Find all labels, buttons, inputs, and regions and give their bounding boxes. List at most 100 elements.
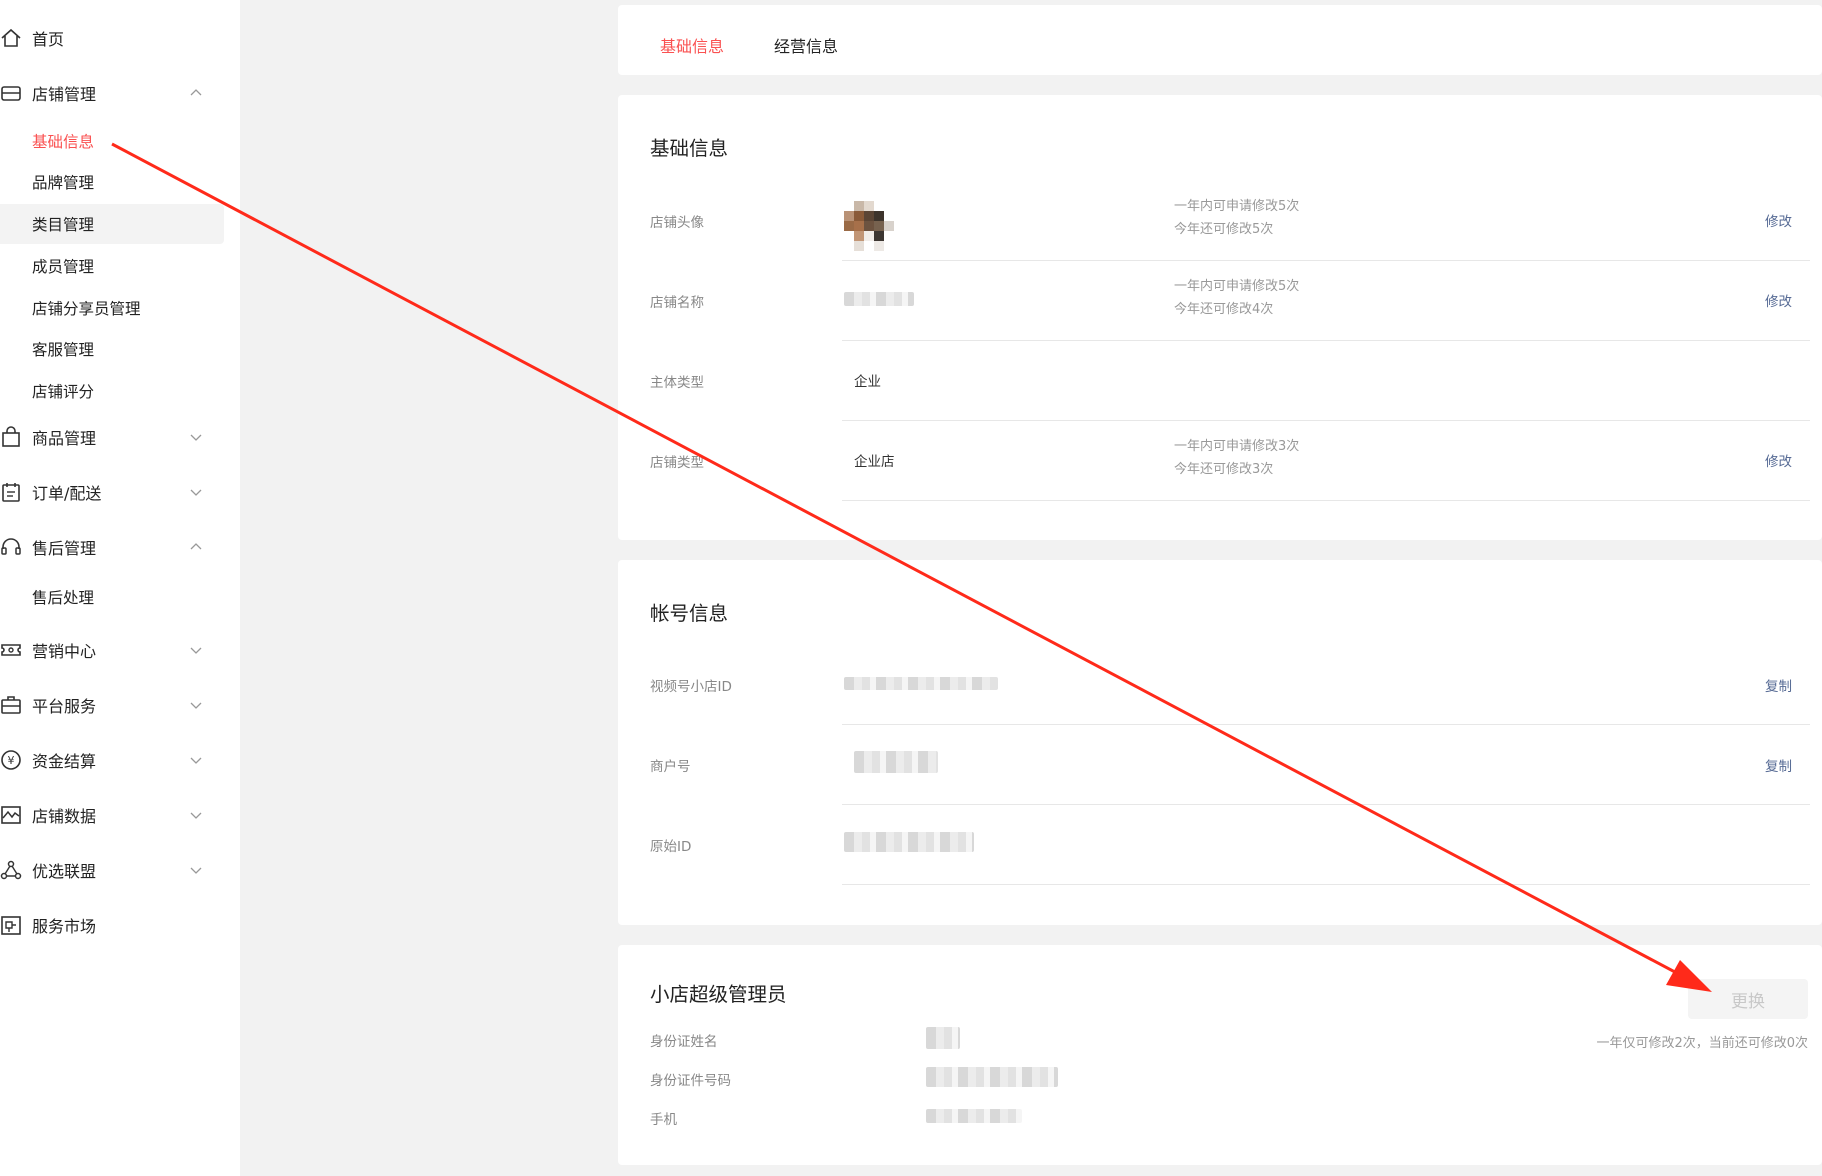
- nav-store-rating[interactable]: 店铺评分: [0, 371, 224, 411]
- avatar-pixel: [854, 231, 864, 241]
- chevron-down-icon: [188, 484, 204, 500]
- nav-alliance-label: 优选联盟: [32, 862, 97, 881]
- nav-sharer-mgmt[interactable]: 店铺分享员管理: [0, 288, 224, 328]
- avatar-pixel: [844, 241, 854, 251]
- avatar-pixel: [844, 211, 854, 221]
- modify-name-button[interactable]: 修改: [1765, 290, 1792, 310]
- avatar-pixel: [864, 201, 874, 211]
- entity-type-value: 企业: [854, 374, 881, 390]
- nav-store-mgmt-label: 店铺管理: [32, 85, 97, 104]
- avatar-pixel: [854, 201, 864, 211]
- nav-basic-info[interactable]: 基础信息: [0, 121, 224, 161]
- avatar-pixel: [844, 221, 854, 231]
- nav-member-mgmt[interactable]: 成员管理: [0, 246, 224, 286]
- row-label: 店铺名称: [650, 295, 704, 311]
- chevron-down-icon: [188, 429, 204, 445]
- row-divider: [842, 724, 1810, 725]
- row-label: 店铺类型: [650, 455, 704, 471]
- puzzle-icon: [0, 914, 22, 936]
- nav-home-label: 首页: [32, 30, 65, 49]
- avatar-pixel: [884, 241, 894, 251]
- nav-alliance[interactable]: 优选联盟: [0, 850, 240, 890]
- nav-aftersale-label: 售后管理: [32, 539, 97, 558]
- avatar-pixel: [854, 221, 864, 231]
- super-admin-card: 小店超级管理员 更换 一年仅可修改2次，当前还可修改0次 身份证姓名 身份证件号…: [618, 945, 1822, 1165]
- nav-store-rating-label: 店铺评分: [32, 383, 95, 401]
- modify-store-type-button[interactable]: 修改: [1765, 450, 1792, 470]
- row-hint: 一年内可申请修改5次 今年还可修改4次: [1174, 275, 1299, 321]
- chevron-down-icon: [188, 807, 204, 823]
- section-title: 小店超级管理员: [650, 983, 787, 1006]
- row-label: 视频号小店ID: [650, 679, 732, 695]
- avatar-pixel: [844, 201, 854, 211]
- briefcase-icon: [0, 694, 22, 716]
- nav-service-mgmt[interactable]: 客服管理: [0, 329, 224, 369]
- svg-text:¥: ¥: [8, 754, 15, 767]
- row-label: 主体类型: [650, 375, 704, 391]
- avatar-pixel: [874, 221, 884, 231]
- nav-market[interactable]: 服务市场: [0, 905, 240, 945]
- headset-icon: [0, 536, 22, 558]
- nav-brand-mgmt[interactable]: 品牌管理: [0, 162, 224, 202]
- row-divider: [842, 884, 1810, 885]
- row-divider: [842, 420, 1810, 421]
- copy-merchant-id-button[interactable]: 复制: [1765, 755, 1792, 775]
- row-divider: [842, 260, 1810, 261]
- nav-category-mgmt-label: 类目管理: [32, 216, 95, 234]
- nav-data-label: 店铺数据: [32, 807, 97, 826]
- nav-sharer-mgmt-label: 店铺分享员管理: [32, 300, 141, 318]
- nav-aftersale[interactable]: 售后管理: [0, 527, 240, 567]
- tab-basic-info[interactable]: 基础信息: [660, 33, 724, 57]
- avatar-pixel: [864, 211, 874, 221]
- id-name-label: 身份证姓名: [650, 1034, 718, 1050]
- nav-store-mgmt[interactable]: 店铺管理: [0, 73, 240, 113]
- tabs-card: 基础信息 经营信息: [618, 5, 1822, 75]
- section-title: 基础信息: [650, 137, 729, 160]
- avatar-pixel: [884, 201, 894, 211]
- nav-orders-label: 订单/配送: [32, 484, 102, 503]
- avatar-pixel: [874, 231, 884, 241]
- section-title: 帐号信息: [650, 602, 729, 625]
- phone-label: 手机: [650, 1112, 677, 1128]
- nav-home[interactable]: 首页: [0, 18, 240, 58]
- row-label: 原始ID: [650, 839, 692, 855]
- avatar-pixel: [854, 241, 864, 251]
- row-hint-line: 一年内可申请修改3次: [1174, 439, 1300, 454]
- nav-goods-label: 商品管理: [32, 429, 97, 448]
- clipboard-icon: [0, 481, 22, 503]
- avatar-pixel: [874, 201, 884, 211]
- change-admin-button[interactable]: 更换: [1688, 979, 1808, 1019]
- nav-data[interactable]: 店铺数据: [0, 795, 240, 835]
- change-limit-hint: 一年仅可修改2次，当前还可修改0次: [1596, 1036, 1808, 1051]
- nav-funds[interactable]: ¥ 资金结算: [0, 740, 240, 780]
- copy-shop-id-button[interactable]: 复制: [1765, 675, 1792, 695]
- nav-goods[interactable]: 商品管理: [0, 417, 240, 457]
- avatar-pixel: [844, 231, 854, 241]
- row-label: 店铺头像: [650, 215, 704, 231]
- tab-business-info[interactable]: 经营信息: [774, 33, 838, 57]
- chevron-down-icon: [188, 642, 204, 658]
- nav-member-mgmt-label: 成员管理: [32, 258, 95, 276]
- phone-value-redacted: [926, 1109, 1022, 1123]
- store-type-value: 企业店: [854, 454, 895, 470]
- original-id-value-redacted: [844, 832, 974, 852]
- nav-marketing[interactable]: 营销中心: [0, 630, 240, 670]
- id-number-label: 身份证件号码: [650, 1073, 731, 1089]
- nav-platform[interactable]: 平台服务: [0, 685, 240, 725]
- avatar-pixel: [864, 221, 874, 231]
- row-hint-line: 今年还可修改5次: [1174, 222, 1274, 237]
- merchant-id-value-redacted: [854, 751, 938, 773]
- chart-icon: [0, 804, 22, 826]
- ticket-icon: [0, 639, 22, 661]
- nav-orders[interactable]: 订单/配送: [0, 472, 240, 512]
- nav-brand-mgmt-label: 品牌管理: [32, 174, 95, 192]
- id-number-value-redacted: [926, 1067, 1058, 1087]
- nav-aftersale-process[interactable]: 售后处理: [0, 577, 224, 617]
- store-avatar: [844, 201, 894, 251]
- avatar-pixel: [884, 231, 894, 241]
- store-icon: [0, 82, 22, 104]
- modify-avatar-button[interactable]: 修改: [1765, 210, 1792, 230]
- nav-category-mgmt[interactable]: 类目管理: [0, 204, 224, 244]
- row-divider: [842, 804, 1810, 805]
- chevron-down-icon: [188, 752, 204, 768]
